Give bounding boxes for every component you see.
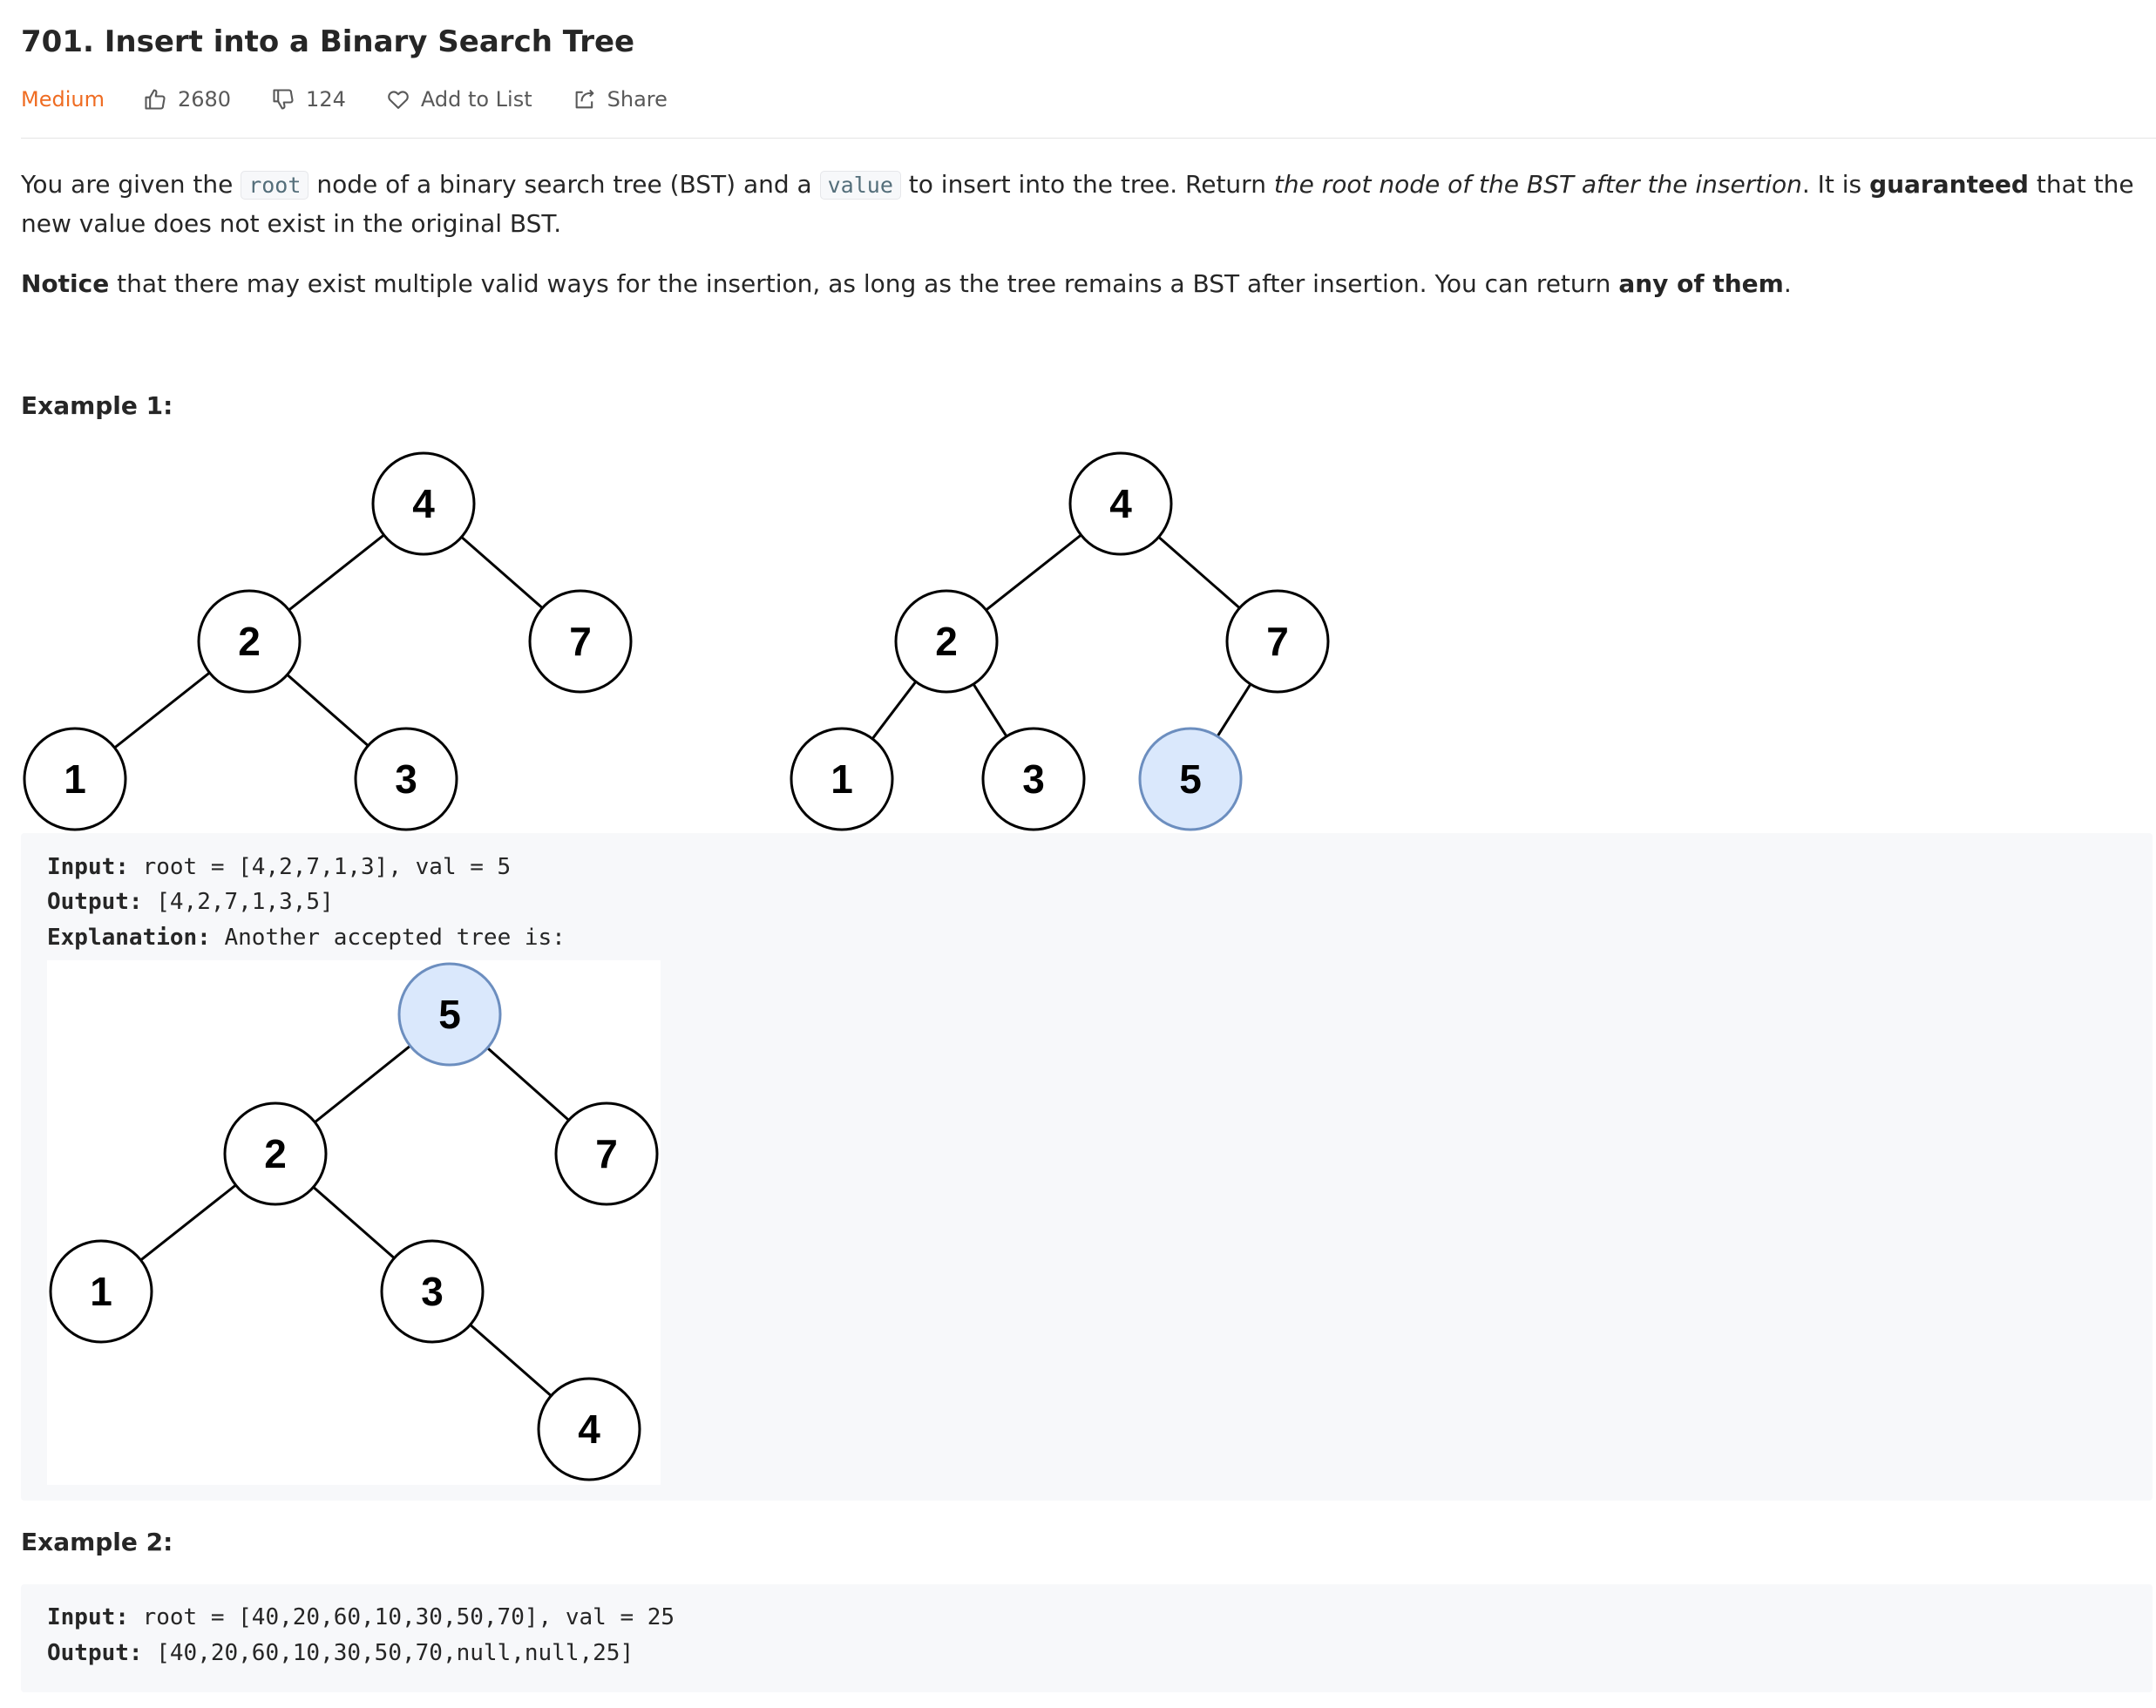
example-1-output-line: Output: [4,2,7,1,3,5] [47, 889, 334, 915]
strong-guaranteed: guaranteed [1869, 170, 2029, 199]
tree-node-label: 5 [1179, 756, 1202, 802]
share-button[interactable]: Share [573, 87, 668, 112]
example-2-title: Example 2: [21, 1528, 173, 1556]
example-2-output-line: Output: [40,20,60,10,30,50,70,null,null,… [47, 1640, 634, 1666]
dislike-count: 124 [306, 87, 346, 112]
tree-node-label: 2 [264, 1131, 287, 1176]
add-to-list-label: Add to List [420, 87, 532, 112]
share-label: Share [607, 87, 668, 112]
like-count: 2680 [177, 87, 232, 112]
thumbs-up-icon [145, 89, 166, 110]
tree-node-label: 7 [569, 619, 592, 664]
description-paragraph-1: You are given the root node of a binary … [21, 170, 2134, 238]
like-button[interactable]: 2680 [143, 87, 231, 112]
tree-diagram-alternative: 5 2 7 1 3 4 [49, 962, 659, 1481]
tree-node-label: 3 [1022, 756, 1045, 802]
example-1-explanation-line: Explanation: Another accepted tree is: [47, 925, 566, 951]
alternative-tree-image: 5 2 7 1 3 4 [47, 960, 661, 1485]
tree-node-label: 7 [595, 1131, 618, 1176]
example-2-code-block: Input: root = [40,20,60,10,30,50,70], va… [21, 1584, 2153, 1692]
difficulty-badge: Medium [21, 87, 105, 112]
inline-code-root: root [241, 171, 309, 200]
tree-node-label: 3 [395, 756, 417, 802]
tree-node-label: 4 [578, 1406, 600, 1452]
heart-icon [388, 91, 409, 109]
tree-node-label: 1 [831, 756, 853, 802]
tree-node-label: 7 [1266, 619, 1289, 664]
example-1-input-line: Input: root = [4,2,7,1,3], val = 5 [47, 854, 512, 880]
tree-node-label: 1 [90, 1269, 112, 1314]
tree-diagram-after: 4 2 7 1 3 5 [790, 451, 1330, 831]
example-2-input-line: Input: root = [40,20,60,10,30,50,70], va… [47, 1604, 675, 1630]
strong-notice: Notice [21, 269, 110, 298]
header-divider [21, 138, 2156, 139]
tree-node-label: 2 [935, 619, 958, 664]
example-1-code-block: Input: root = [4,2,7,1,3], val = 5 Outpu… [21, 833, 2153, 1501]
problem-title: 701. Insert into a Binary Search Tree [21, 24, 635, 59]
tree-node-label: 4 [412, 481, 435, 526]
tree-node-label: 4 [1109, 481, 1132, 526]
dislike-button[interactable]: 124 [271, 87, 346, 112]
tree-node-label: 5 [438, 992, 461, 1037]
tree-node-label: 2 [238, 619, 261, 664]
tree-diagram-before: 4 2 7 1 3 [23, 451, 633, 831]
problem-meta-bar: Medium 2680 124 Add to List Share [21, 82, 708, 117]
tree-node-label: 1 [64, 756, 86, 802]
strong-any-of-them: any of them [1618, 269, 1784, 298]
share-icon [575, 89, 594, 109]
tree-node-label: 3 [421, 1269, 444, 1314]
description-paragraph-2: Notice that there may exist multiple val… [21, 269, 1792, 298]
emphasis-text: the root node of the BST after the inser… [1273, 170, 1802, 199]
add-to-list-button[interactable]: Add to List [386, 87, 532, 112]
example-1-title: Example 1: [21, 391, 173, 420]
inline-code-value: value [819, 171, 901, 200]
thumbs-down-icon [273, 89, 294, 110]
